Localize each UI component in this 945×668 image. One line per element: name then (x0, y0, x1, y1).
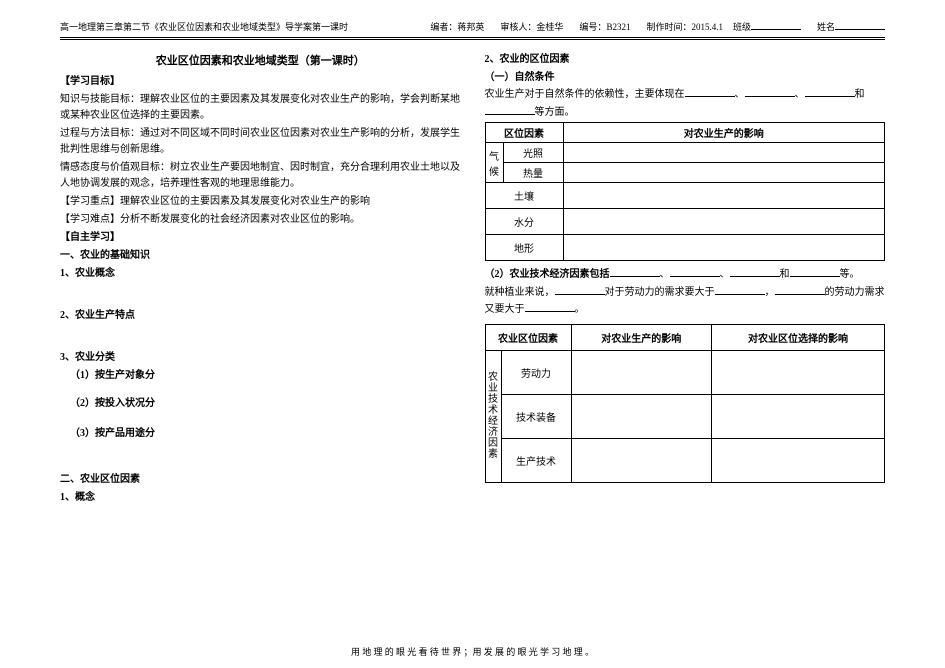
tbl1-cell (563, 209, 885, 235)
tbl2-cell (571, 350, 712, 394)
header-class: 班级 (733, 20, 801, 33)
tbl2-th-factor: 农业区位因素 (485, 324, 571, 350)
header-date: 制作时间：2015.4.1 (646, 20, 723, 33)
tbl1-soil: 土壤 (485, 183, 563, 209)
header-author: 编者：蒋邦英 (430, 20, 484, 33)
header-reviewer: 审核人：金桂华 (500, 20, 563, 33)
heading-sub1: （1）按生产对象分 (60, 368, 461, 384)
heading-sub3: （3）按产品用途分 (60, 426, 461, 442)
tbl1-terrain: 地形 (485, 235, 563, 261)
doc-title: 农业区位因素和农业地域类型（第一课时） (60, 52, 461, 68)
heading-basics: 一、农业的基础知识 (60, 248, 461, 264)
tbl1-climate: 气候 (485, 143, 503, 183)
tbl1-light: 光照 (503, 143, 563, 163)
page-footer: 用 地 理 的 眼 光 看 待 世 界 ；用 发 展 的 眼 光 学 习 地 理… (0, 645, 945, 658)
tbl1-cell (563, 183, 885, 209)
header-name: 姓名 (817, 20, 885, 33)
page-header: 高一地理第三章第二节《农业区位因素和农业地域类型》导学案第一课时 编者：蒋邦英 … (60, 20, 885, 33)
heading-concept: 1、农业概念 (60, 266, 461, 282)
header-code: 编号：B2321 (579, 20, 630, 33)
tbl2-side: 农业技术经济因素 (485, 350, 501, 482)
tbl2-cell (571, 438, 712, 482)
tbl1-cell (563, 235, 885, 261)
heading-natural: （一）自然条件 (485, 70, 886, 86)
heading-classify: 3、农业分类 (60, 350, 461, 366)
header-left: 高一地理第三章第二节《农业区位因素和农业地域类型》导学案第一课时 (60, 20, 348, 33)
tbl2-r3: 生产技术 (501, 438, 571, 482)
tbl2-th-choice: 对农业区位选择的影响 (712, 324, 885, 350)
heading-locfactor: 二、农业区位因素 (60, 472, 461, 488)
tbl2-cell (712, 394, 885, 438)
header-rule-1 (60, 37, 885, 38)
tbl2-r2: 技术装备 (501, 394, 571, 438)
tbl2-cell (712, 350, 885, 394)
tbl1-th-effect: 对农业生产的影响 (563, 123, 885, 143)
header-rule-2 (60, 39, 885, 40)
para-tech: （2）农业技术经济因素包括、、和等。 (485, 267, 886, 283)
tbl1-cell (563, 163, 885, 183)
tbl1-water: 水分 (485, 209, 563, 235)
tbl1-heat: 热量 (503, 163, 563, 183)
heading-factor2: 2、农业的区位因素 (485, 52, 886, 68)
heading-goal: 【学习目标】 (60, 74, 461, 90)
column-left: 农业区位因素和农业地域类型（第一课时） 【学习目标】 知识与技能目标：理解农业区… (60, 52, 461, 508)
tbl1-th-factor: 区位因素 (485, 123, 563, 143)
para-plant-2: 又要大于。 (485, 302, 886, 318)
tbl2-th-effect: 对农业生产的影响 (571, 324, 712, 350)
tbl2-cell (571, 394, 712, 438)
column-right: 2、农业的区位因素 （一）自然条件 农业生产对于自然条件的依赖性，主要体现在、、… (485, 52, 886, 508)
para-difficult: 【学习难点】分析不断发展变化的社会经济因素对农业区位的影响。 (60, 212, 461, 228)
para-natural-intro-2: 等方面。 (485, 105, 886, 121)
tbl1-cell (563, 143, 885, 163)
para-process: 过程与方法目标：通过对不同区域不同时间农业区位因素对农业生产影响的分析，发展学生… (60, 126, 461, 158)
tbl2-r1: 劳动力 (501, 350, 571, 394)
para-keypoint: 【学习重点】理解农业区位的主要因素及其发展变化对农业生产的影响 (60, 194, 461, 210)
para-emotion: 情感态度与价值观目标：树立农业生产要因地制宜、因时制宜，充分合理利用农业土地以及… (60, 160, 461, 192)
heading-selfstudy: 【自主学习】 (60, 230, 461, 246)
para-knowledge: 知识与技能目标：理解农业区位的主要因素及其发展变化对农业生产的影响，学会判断某地… (60, 92, 461, 124)
heading-feature: 2、农业生产特点 (60, 308, 461, 324)
heading-sub2: （2）按投入状况分 (60, 396, 461, 412)
heading-locconcept: 1、概念 (60, 490, 461, 506)
table-natural-factors: 区位因素 对农业生产的影响 气候 光照 热量 土壤 水分 地形 (485, 122, 886, 261)
para-plant: 就种植业来说，对于劳动力的需求要大于，的劳动力需求 (485, 285, 886, 301)
tbl2-cell (712, 438, 885, 482)
content-columns: 农业区位因素和农业地域类型（第一课时） 【学习目标】 知识与技能目标：理解农业区… (60, 52, 885, 508)
table-tech-factors: 农业区位因素 对农业生产的影响 对农业区位选择的影响 农业技术经济因素 劳动力 … (485, 324, 886, 483)
para-natural-intro: 农业生产对于自然条件的依赖性，主要体现在、、和 (485, 87, 886, 103)
